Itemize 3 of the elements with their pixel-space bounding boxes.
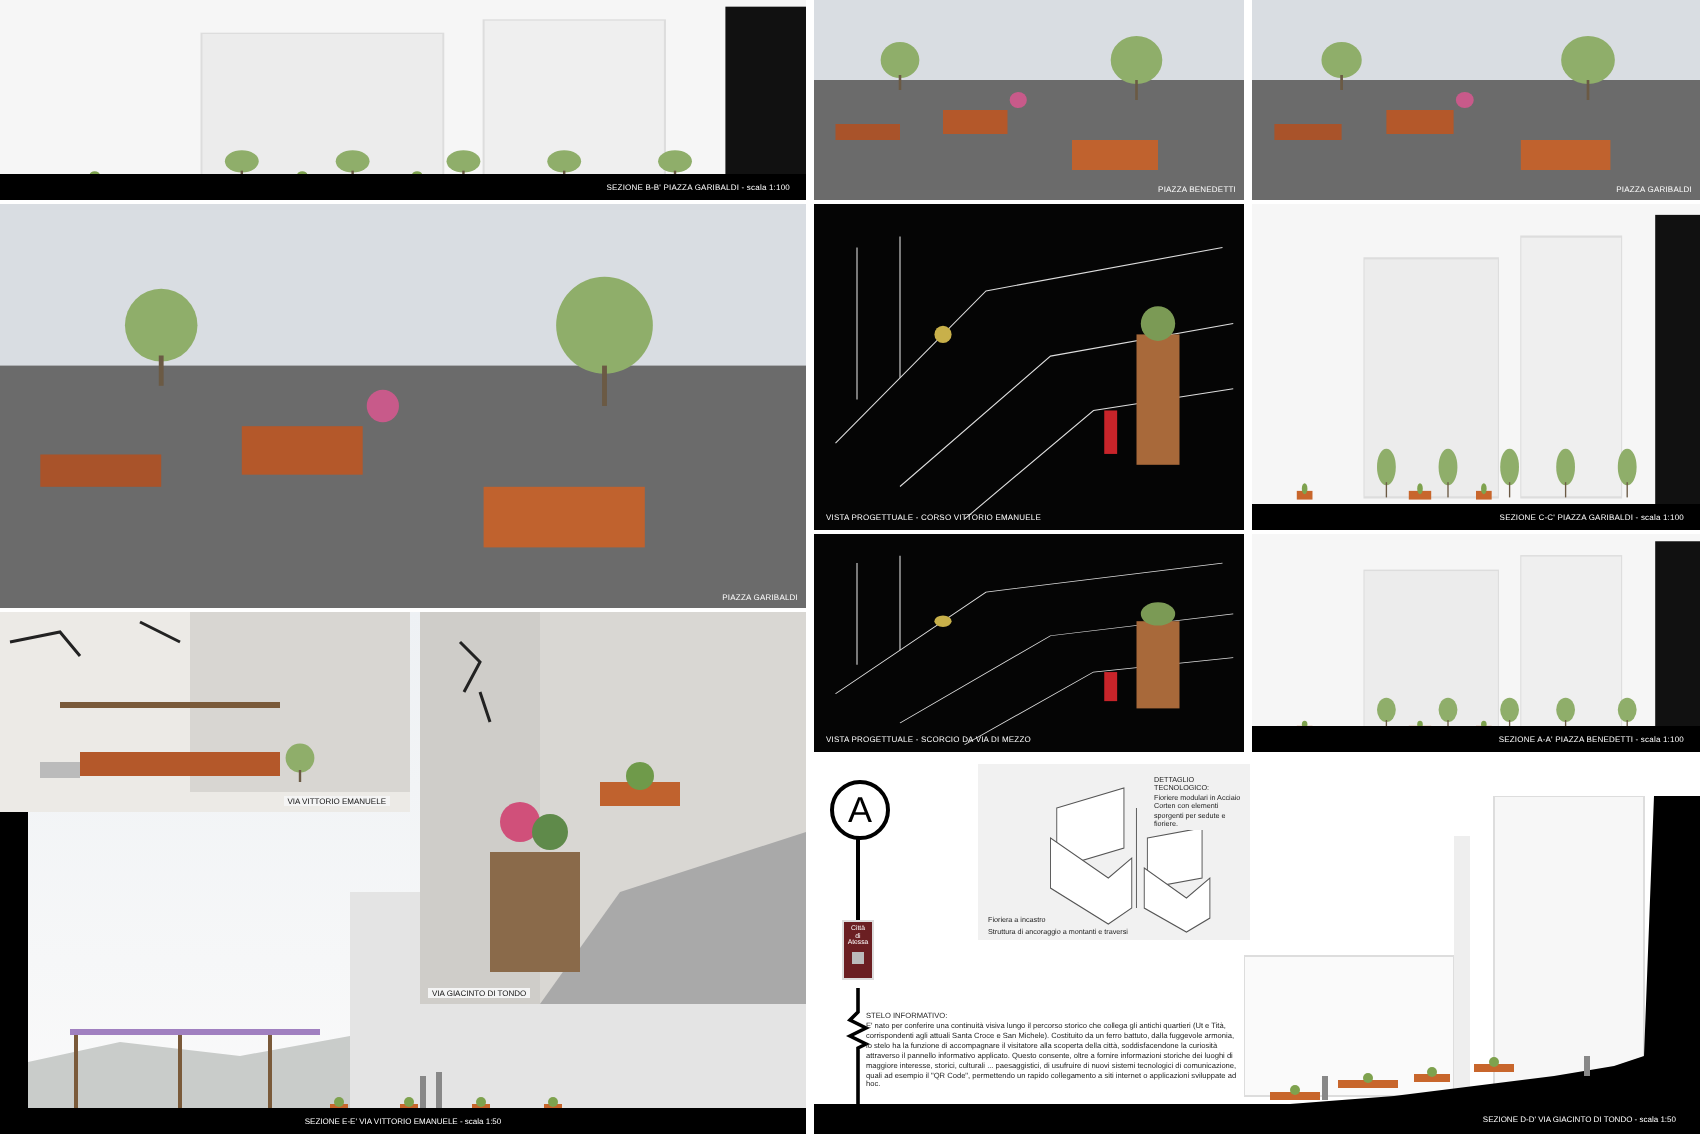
pole-line — [856, 836, 860, 920]
qr-code-icon — [852, 952, 864, 965]
section-marker: A — [830, 780, 890, 840]
